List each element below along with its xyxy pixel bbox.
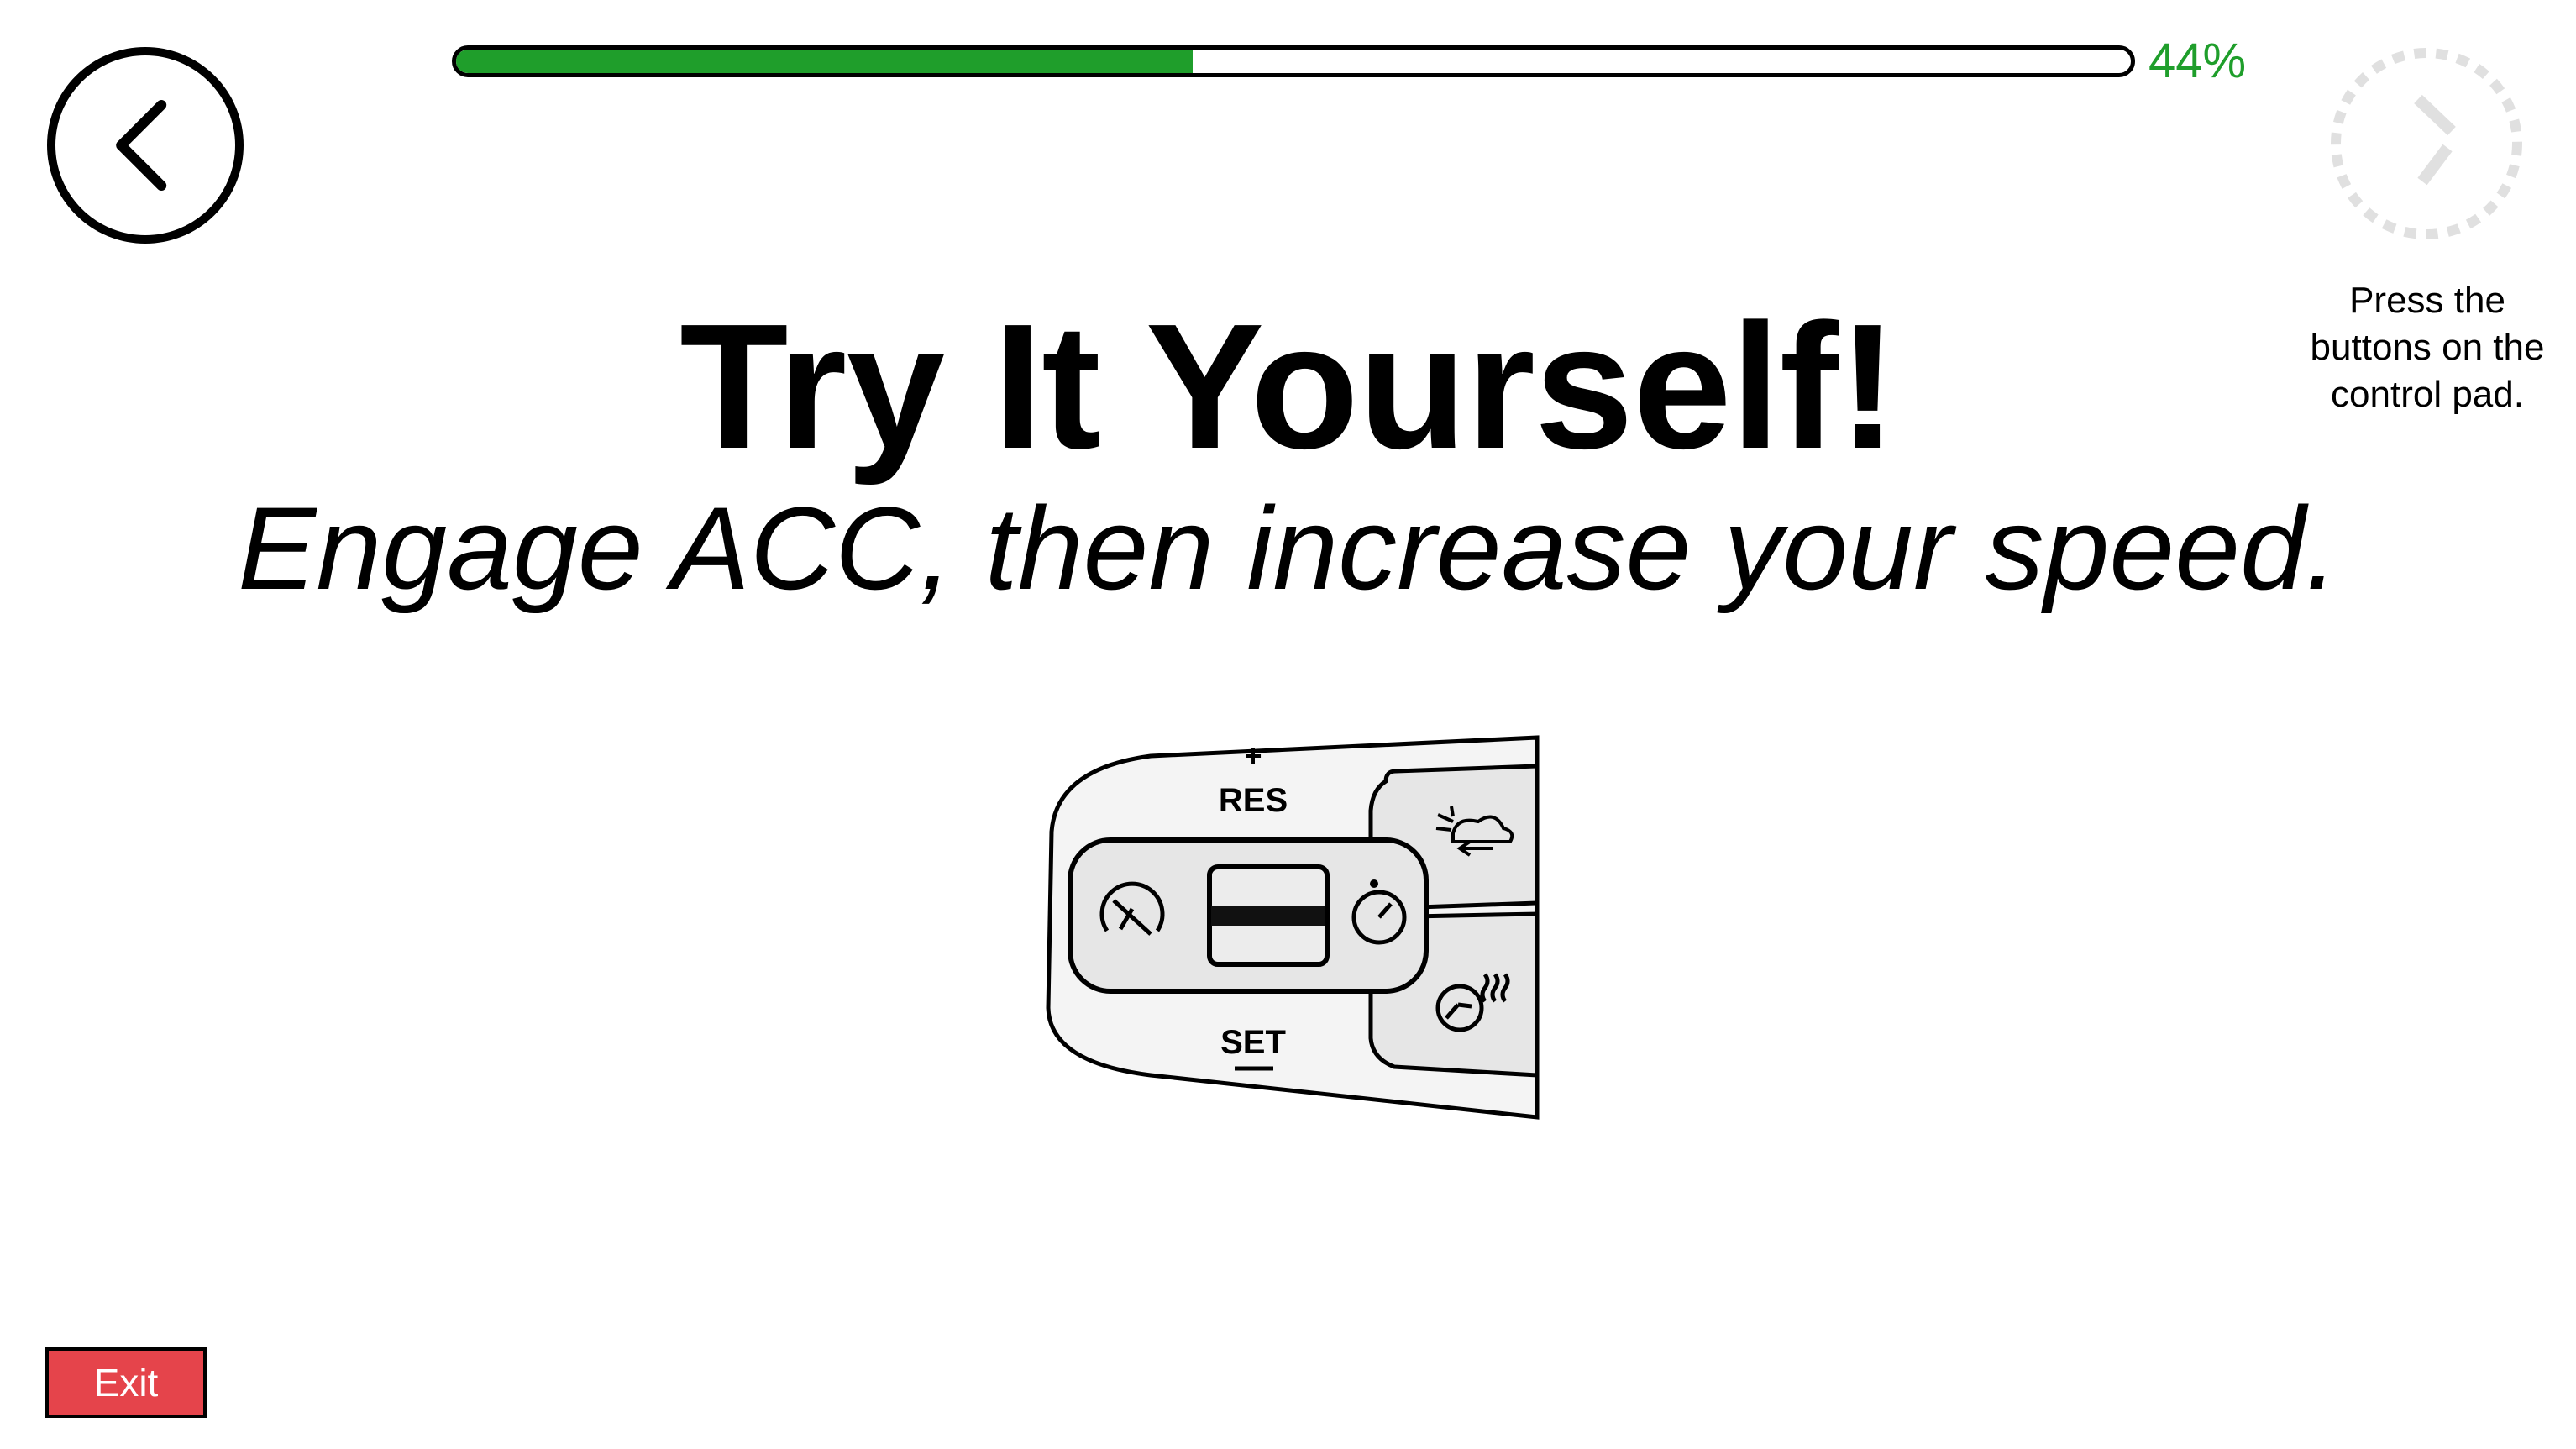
control-pad-image: RES + SET — [1046, 735, 1540, 1120]
page-subtitle: Engage ACC, then increase your speed. — [238, 482, 2338, 614]
exit-button[interactable]: Exit — [45, 1347, 207, 1418]
progress-percent: 44% — [2148, 34, 2247, 88]
progress-bar — [452, 45, 2135, 77]
res-label: RES — [1219, 782, 1288, 819]
countdown-timer-icon — [2331, 48, 2522, 239]
set-label: SET — [1220, 1024, 1286, 1061]
page-title: Try It Yourself! — [679, 286, 1897, 486]
back-button[interactable] — [47, 47, 244, 244]
chevron-left-icon — [116, 100, 167, 191]
svg-text:+: + — [1244, 738, 1262, 773]
progress-fill — [456, 50, 1194, 73]
